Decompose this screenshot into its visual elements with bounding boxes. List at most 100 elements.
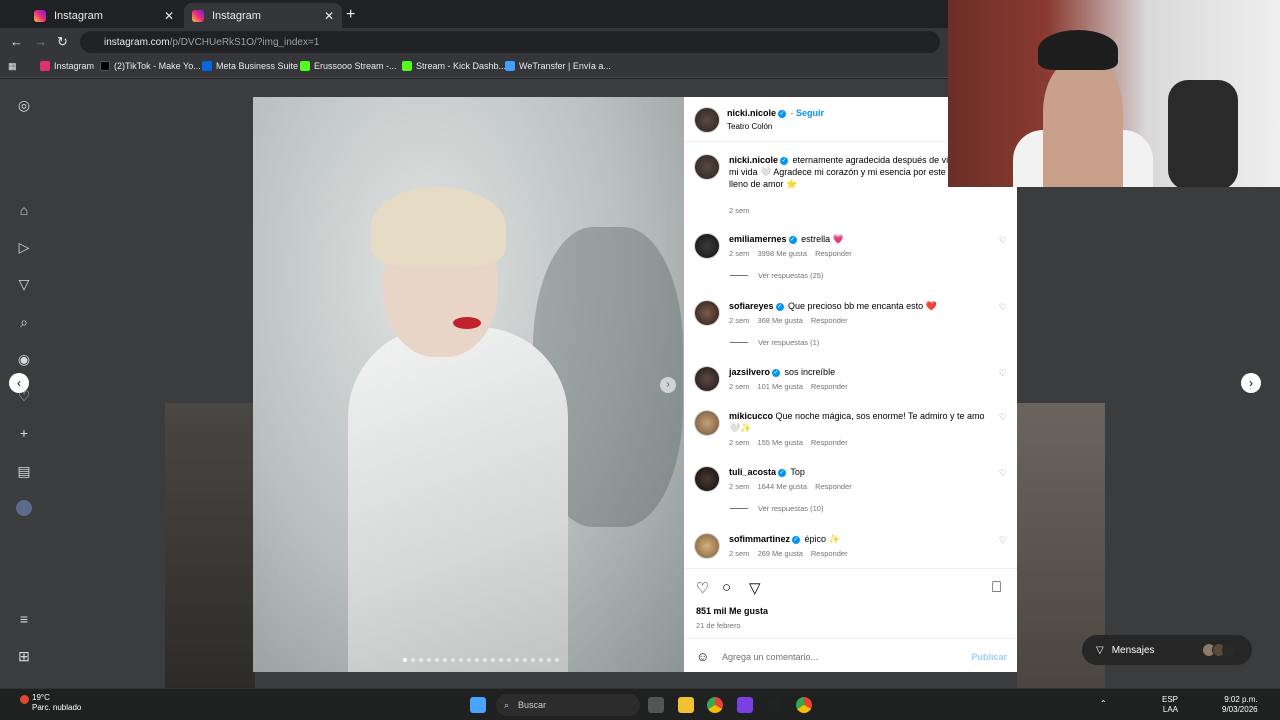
comment-username[interactable]: tuli_acosta [729,467,776,477]
comment-avatar[interactable] [694,410,720,436]
comment-likes[interactable]: 1644 Me gusta [757,482,807,491]
new-tab-icon[interactable]: + [346,6,355,24]
obs-icon[interactable] [767,697,783,713]
comment-username[interactable]: sofiareyes [729,301,774,311]
address-bar[interactable]: instagram.com/p/DVCHUeRkS1O/?img_index=1 [80,31,940,53]
chrome-icon[interactable] [707,697,723,713]
windows-start-icon[interactable] [470,697,486,713]
like-comment-heart-icon[interactable]: ♡ [999,468,1007,479]
messages-button[interactable]: ▽ Mensajes [1082,635,1252,665]
comment-likes[interactable]: 155 Me gusta [757,438,802,447]
clock[interactable]: 9:02 p.m. 9/03/2026 [1222,695,1258,715]
send-icon: ▽ [1096,644,1104,656]
like-heart-icon[interactable]: ♡ [696,579,709,597]
like-comment-heart-icon[interactable]: ♡ [999,235,1007,246]
caption-username[interactable]: nicki.nicole [729,155,778,165]
share-send-icon[interactable]: ▽ [749,579,761,597]
tab-title: Instagram [212,9,261,22]
comment-username[interactable]: sofimmartinez [729,534,790,544]
dashboard-icon[interactable]: ▤ [16,463,32,479]
app-icon[interactable] [737,697,753,713]
like-comment-heart-icon[interactable]: ♡ [999,412,1007,423]
chrome-active-icon[interactable] [796,697,812,713]
comment-time: 2 sem [729,549,750,558]
file-explorer-icon[interactable] [678,697,694,713]
likes-count[interactable]: 851 mil Me gusta [696,606,768,616]
tab-instagram-1[interactable]: Instagram ✕ [26,3,182,28]
comment-avatar[interactable] [694,233,720,259]
comment-username[interactable]: mikicucco [729,411,773,421]
bookmark-label: Erussooo Stream -... [314,61,397,71]
comment-bubble-icon[interactable]: ○ [722,579,731,596]
send-icon[interactable]: ▽ [16,276,32,292]
bookmark-tiktok[interactable]: (2)TikTok - Make Yo... [100,61,201,71]
back-icon[interactable]: ← [10,34,23,49]
comment-username[interactable]: jazsilvero [729,367,770,377]
post-location[interactable]: Teatro Colón [727,122,772,131]
weather-widget[interactable]: 19°C Parc. nublado [14,693,81,713]
reply-button[interactable]: Responder [815,482,852,491]
reply-button[interactable]: Responder [811,382,848,391]
author-avatar[interactable] [694,107,720,133]
explore-icon[interactable]: ◉ [16,351,32,367]
reload-icon[interactable]: ↻ [57,34,68,50]
follow-button[interactable]: Seguir [796,108,824,118]
like-comment-heart-icon[interactable]: ♡ [999,302,1007,313]
bookmark-instagram[interactable]: Instagram [40,61,94,71]
reply-button[interactable]: Responder [811,438,848,447]
home-icon[interactable]: ⌂ [16,202,32,218]
comment-avatar[interactable] [694,466,720,492]
author-username[interactable]: nicki.nicole [727,108,776,118]
comment-avatar[interactable] [694,366,720,392]
close-tab-icon[interactable]: ✕ [164,9,174,23]
like-comment-heart-icon[interactable]: ♡ [999,368,1007,379]
apps-grid-icon[interactable]: ▦ [8,61,17,72]
profile-icon[interactable] [16,500,32,516]
comment-likes[interactable]: 368 Me gusta [757,316,802,325]
bookmark-wetransfer[interactable]: WeTransfer | Envía a... [505,61,611,71]
meta-icon [202,61,212,71]
reels-icon[interactable]: ▷ [16,239,32,255]
previous-post-arrow-icon[interactable]: ‹ [9,373,29,393]
publish-button[interactable]: Publicar [971,652,1007,662]
comment-avatar[interactable] [694,533,720,559]
tab-instagram-2[interactable]: Instagram ✕ [184,3,342,28]
comment-likes[interactable]: 3998 Me gusta [757,249,807,258]
language-indicator[interactable]: ESP LAA [1162,695,1178,715]
author-avatar[interactable] [694,154,720,180]
reply-button[interactable]: Responder [815,249,852,258]
bookmark-label: Meta Business Suite [216,61,299,71]
url-path: /p/DVCHUeRkS1O/?img_index=1 [169,36,320,48]
view-replies-button[interactable]: Ver respuestas (25) [730,271,823,280]
caption-time: 2 sem [729,206,750,215]
bookmark-meta[interactable]: Meta Business Suite [202,61,298,71]
instagram-logo-icon[interactable]: ◎ [16,97,32,113]
taskbar-search[interactable]: ⌕ Buscar [496,694,640,716]
forward-icon[interactable]: → [34,34,47,49]
menu-icon[interactable]: ≡ [16,611,32,627]
comment-username[interactable]: emiliamernes [729,234,787,244]
emoji-icon[interactable]: ☺ [696,649,709,664]
view-replies-button[interactable]: Ver respuestas (10) [730,504,823,513]
next-post-arrow-icon[interactable]: › [1241,373,1261,393]
add-comment-row: ☺ Agrega un comentario... Publicar [684,638,1017,673]
create-icon[interactable]: + [16,425,32,441]
tray-chevron-icon[interactable]: ⌃ [1100,699,1107,709]
task-view-icon[interactable] [648,697,664,713]
bookmark-kick-2[interactable]: Stream - Kick Dashb... [402,61,506,71]
grid-icon[interactable]: ⊞ [16,648,32,664]
view-replies-button[interactable]: Ver respuestas (1) [730,338,819,347]
kick-icon [300,61,310,71]
reply-button[interactable]: Responder [811,549,848,558]
comment-likes[interactable]: 269 Me gusta [757,549,802,558]
reply-button[interactable]: Responder [811,316,848,325]
carousel-next-icon[interactable]: › [660,377,676,393]
bookmark-kick-1[interactable]: Erussooo Stream -... [300,61,397,71]
close-tab-icon[interactable]: ✕ [324,9,334,23]
search-icon[interactable]: ⌕ [16,314,32,330]
save-bookmark-icon[interactable]: ⎕ [992,579,1001,596]
like-comment-heart-icon[interactable]: ♡ [999,535,1007,546]
comment-input[interactable]: Agrega un comentario... [722,652,818,662]
comment-avatar[interactable] [694,300,720,326]
comment-likes[interactable]: 101 Me gusta [757,382,802,391]
